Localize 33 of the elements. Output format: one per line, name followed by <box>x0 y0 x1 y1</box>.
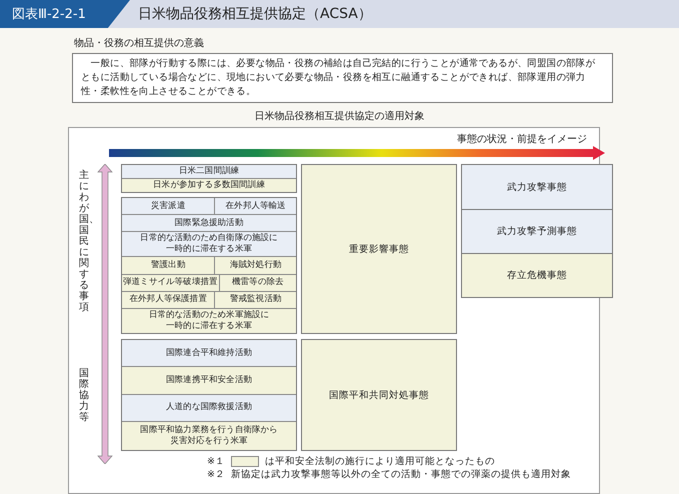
table-cell: 国際連携平和安全活動 <box>122 367 296 394</box>
section-heading: 物品・役務の相互提供の意義 <box>74 36 205 50</box>
table-cell: 警戒監視活動 <box>214 292 296 308</box>
diagram-title: 日米物品役務相互提供協定の適用対象 <box>254 110 426 123</box>
table-cell: 武力攻撃予測事態 <box>462 209 612 253</box>
note-text: 新協定は武力攻撃事態等以外の全ての活動・事態での弾薬の提供も適用対象 <box>230 468 571 481</box>
description-text: 一般に、部隊が行動する際には、必要な物品・役務の補給は自己完結的に行うことが通常であるが、同盟国の部隊がともに活動している場合などに、現地において必要な物品・役務を相互に融通することができれば、部隊運用の弾力性・柔軟性を向上させることができる。 <box>72 53 613 103</box>
table-cell: 存立危機事態 <box>462 253 612 297</box>
table-cell: 機雷等の除去 <box>218 274 296 291</box>
table-cell: 日米が参加する多数国間訓練 <box>122 179 296 192</box>
table-cell: 在外邦人等輸送 <box>214 198 296 214</box>
note-text: は平和安全法制の施行により適用可能となったもの <box>264 455 495 468</box>
axis-label: 国際協力等 <box>79 368 89 422</box>
situation-box: 重要影響事態 <box>301 164 457 334</box>
table-cell: 人道的な国際救援活動 <box>122 394 296 421</box>
note-mark: ※２ <box>207 468 225 481</box>
table-cell: 国際緊急援助活動 <box>122 215 296 232</box>
table-cell: 国際平和協力業務を行う自衛隊から 災害対応を行う米軍 <box>122 422 296 450</box>
figure-label: 図表Ⅲ-2-2-1 <box>0 0 130 28</box>
table-cell: 弾道ミサイル等破壊措置 <box>122 274 219 291</box>
table-cell: 日米二国間訓練 <box>122 165 296 178</box>
figure-title: 日米物品役務相互提供協定（ACSA） <box>138 5 372 23</box>
table-cell: 日常的な活動のため米軍施設に 一時的に滞在する米軍 <box>122 309 296 334</box>
table-cell: 在外邦人等保護措置 <box>122 292 214 308</box>
situation-box: 国際平和共同対処事態 <box>301 339 457 451</box>
table-cell: 警護出動 <box>122 257 214 274</box>
table-cell: 武力攻撃事態 <box>462 165 612 209</box>
table-cell: 海賊対処行動 <box>214 257 296 274</box>
table-cell: 国際連合平和維持活動 <box>122 340 296 366</box>
note-mark: ※１ <box>207 455 225 468</box>
arrow-label: 事態の状況・前提をイメージ <box>457 132 587 146</box>
table-cell: 災害派遣 <box>122 198 214 214</box>
table-cell: 日常的な活動のため自衛隊の施設に 一時的に滞在する米軍 <box>122 232 296 256</box>
